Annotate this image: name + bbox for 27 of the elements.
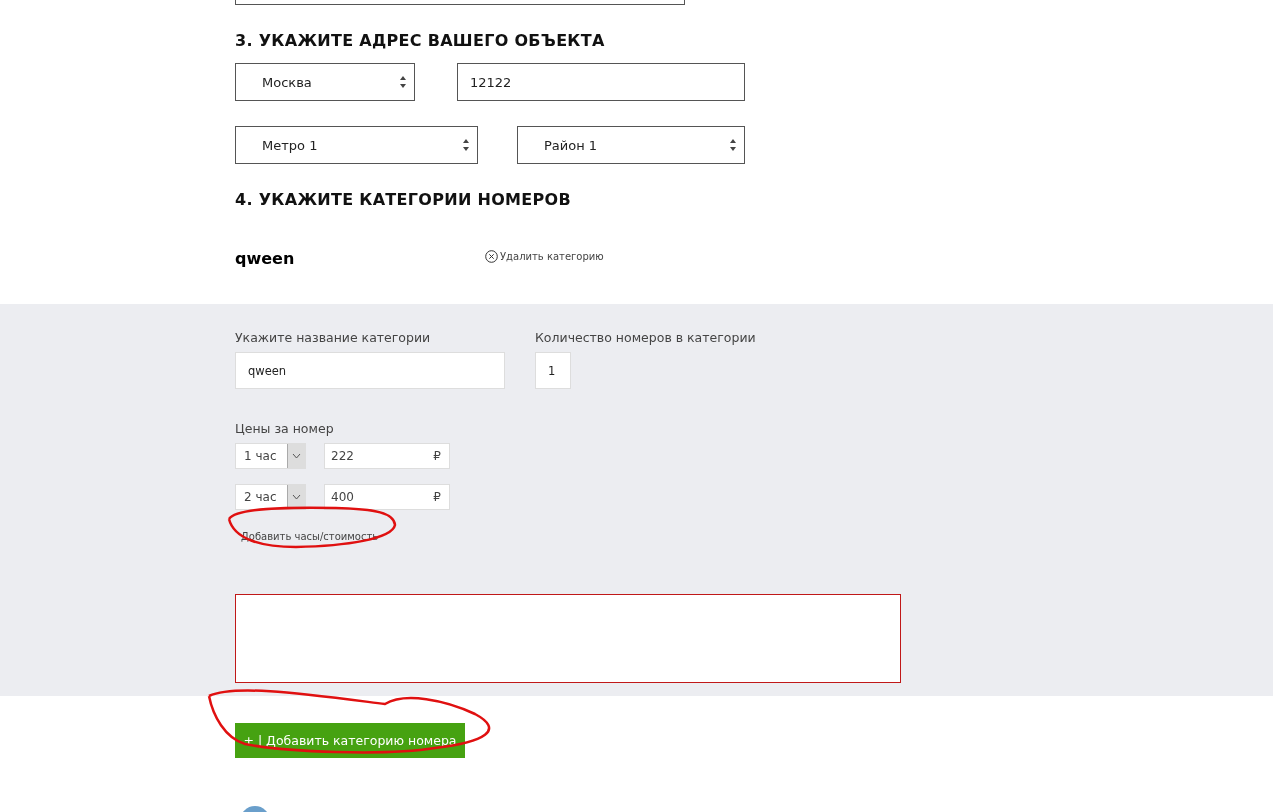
room-count-field[interactable]: 1 xyxy=(535,352,571,389)
section-heading: 3. УКАЖИТЕ АДРЕС ВАШЕГО ОБЪЕКТА xyxy=(235,31,606,50)
postal-code-field[interactable]: 12122 xyxy=(457,63,745,101)
sort-arrows-icon xyxy=(730,139,736,151)
category-name: qween xyxy=(235,248,296,268)
delete-category-link[interactable]: Удалить категорию xyxy=(485,250,604,263)
hours-select[interactable]: 2 час xyxy=(235,484,306,510)
metro-select[interactable]: Метро 1 xyxy=(235,126,478,164)
text-area[interactable] xyxy=(235,0,685,5)
currency-sign: ₽ xyxy=(433,449,441,463)
price-field[interactable]: 400 ₽ xyxy=(324,484,450,510)
district-select[interactable]: Район 1 xyxy=(517,126,745,164)
hours-select[interactable]: 1 час xyxy=(235,443,306,469)
sort-arrows-icon xyxy=(400,76,406,88)
category-name-field[interactable]: qween xyxy=(235,352,505,389)
city-select[interactable]: Москва xyxy=(235,63,415,101)
section-heading: 4. УКАЖИТЕ КАТЕГОРИИ НОМЕРОВ xyxy=(235,190,572,209)
price-field[interactable]: 222 ₽ xyxy=(324,443,450,469)
field-label: Количество номеров в категории xyxy=(535,330,756,345)
close-icon xyxy=(485,250,498,263)
caret-icon xyxy=(292,453,301,459)
text-area[interactable] xyxy=(235,594,901,683)
caret-icon xyxy=(292,494,301,500)
currency-sign: ₽ xyxy=(433,490,441,504)
sort-arrows-icon xyxy=(463,139,469,151)
field-label: Укажите название категории xyxy=(235,330,432,345)
field-label: Цены за номер xyxy=(235,421,335,436)
